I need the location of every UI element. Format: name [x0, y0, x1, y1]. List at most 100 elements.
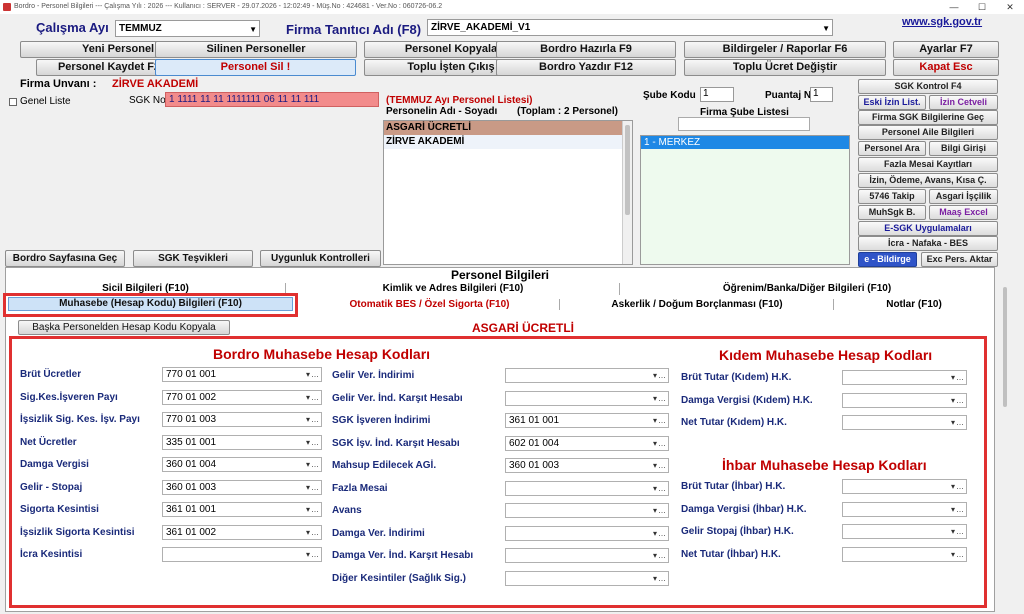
ellipsis-icon[interactable]: …: [956, 371, 964, 384]
ellipsis-icon[interactable]: …: [311, 436, 319, 449]
ellipsis-icon[interactable]: …: [311, 526, 319, 539]
uygunluk-kontrolleri-button[interactable]: Uygunluk Kontrolleri: [260, 250, 381, 267]
toplu-ucret-degistir-button[interactable]: Toplu Ücret Değiştir: [684, 59, 886, 76]
firma-select[interactable]: ZİRVE_AKADEMİ_V1 ▼: [427, 19, 833, 36]
ellipsis-icon[interactable]: …: [658, 369, 666, 382]
tab-kimlik[interactable]: Kimlik ve Adres Bilgileri (F10): [287, 283, 620, 295]
hesap-kodu-select[interactable]: ▾…: [505, 480, 669, 496]
tab-ogrenim[interactable]: Öğrenim/Banka/Diğer Bilgileri (F10): [621, 283, 993, 295]
hesap-kodu-select[interactable]: ▾…: [842, 546, 967, 562]
tab-muhasebe[interactable]: Muhasebe (Hesap Kodu) Bilgileri (F10): [8, 297, 293, 311]
scrollbar-thumb[interactable]: [1003, 287, 1007, 407]
e-bildirge-button[interactable]: e - Bildirge: [858, 252, 917, 267]
tab-bes[interactable]: Otomatik BES / Özel Sigorta (F10): [300, 299, 560, 310]
puantaj-field[interactable]: 1: [810, 87, 833, 102]
eski-izin-button[interactable]: Eski İzin List.: [858, 95, 926, 110]
ellipsis-icon[interactable]: …: [311, 368, 319, 381]
hesap-kodu-select[interactable]: ▾…: [505, 368, 669, 383]
izin-cetveli-button[interactable]: İzin Cetveli: [929, 95, 998, 110]
ellipsis-icon[interactable]: …: [658, 414, 666, 427]
bildirgeler-button[interactable]: Bildirgeler / Raporlar F6: [684, 41, 886, 58]
ellipsis-icon[interactable]: …: [956, 525, 964, 538]
ellipsis-icon[interactable]: …: [658, 549, 666, 562]
hesap-kodu-select[interactable]: 361 01 001 ▾…: [505, 413, 669, 428]
maas-excel-button[interactable]: Maaş Excel: [929, 205, 998, 220]
ellipsis-icon[interactable]: …: [658, 482, 666, 495]
hesap-kodu-select[interactable]: 361 01 001 ▾…: [162, 502, 322, 517]
izin-odeme-button[interactable]: İzin, Ödeme, Avans, Kısa Ç.: [858, 173, 998, 188]
ellipsis-icon[interactable]: …: [956, 548, 964, 561]
sgk-link[interactable]: www.sgk.gov.tr: [902, 16, 982, 28]
ellipsis-icon[interactable]: …: [956, 480, 964, 493]
calisma-ayi-select[interactable]: TEMMUZ ▼: [115, 20, 260, 37]
ellipsis-icon[interactable]: …: [658, 572, 666, 585]
ellipsis-icon[interactable]: …: [311, 548, 319, 561]
exc-pers-aktar-button[interactable]: Exc Pers. Aktar: [921, 252, 998, 267]
bordro-sayfasina-gec-button[interactable]: Bordro Sayfasına Geç: [5, 250, 125, 267]
hesap-kodu-select[interactable]: ▾…: [842, 524, 967, 539]
hesap-kodu-select[interactable]: ▾…: [505, 548, 669, 563]
hesap-kodu-kopyala-button[interactable]: Başka Personelden Hesap Kodu Kopyala: [18, 320, 230, 335]
ellipsis-icon[interactable]: …: [658, 392, 666, 405]
ellipsis-icon[interactable]: …: [311, 391, 319, 404]
bordro-hazirla-button[interactable]: Bordro Hazırla F9: [496, 41, 676, 58]
asgari-iscilik-button[interactable]: Asgari İşçilik: [929, 189, 998, 204]
hesap-kodu-select[interactable]: ▾…: [842, 415, 967, 430]
sube-search-field[interactable]: [678, 117, 810, 131]
scrollbar[interactable]: [622, 121, 632, 264]
ellipsis-icon[interactable]: …: [658, 459, 666, 472]
silinen-personeller-button[interactable]: Silinen Personeller: [155, 41, 357, 58]
list-item[interactable]: ASGARİ ÜCRETLİ: [384, 121, 632, 135]
firma-sgk-button[interactable]: Firma SGK Bilgilerine Geç: [858, 110, 998, 125]
hesap-kodu-select[interactable]: 360 01 004 ▾…: [162, 457, 322, 472]
sube-kodu-field[interactable]: 1: [700, 87, 734, 102]
genel-liste-checkbox[interactable]: Genel Liste: [9, 96, 71, 107]
hesap-kodu-select[interactable]: ▾…: [505, 525, 669, 541]
ellipsis-icon[interactable]: …: [956, 394, 964, 407]
hesap-kodu-select[interactable]: ▾…: [842, 479, 967, 494]
ellipsis-icon[interactable]: …: [956, 503, 964, 516]
ellipsis-icon[interactable]: …: [658, 504, 666, 517]
hesap-kodu-select[interactable]: ▾…: [842, 392, 967, 408]
personel-ara-button[interactable]: Personel Ara: [858, 141, 926, 156]
hesap-kodu-select[interactable]: ▾…: [505, 390, 669, 406]
hesap-kodu-select[interactable]: ▾…: [505, 503, 669, 518]
sube-listbox[interactable]: 1 - MERKEZ: [640, 135, 850, 265]
bordro-yazdir-button[interactable]: Bordro Yazdır F12: [496, 59, 676, 76]
sgk-no-field[interactable]: 1 1111 11 11 1111111 06 11 11 111: [165, 92, 379, 107]
hesap-kodu-select[interactable]: 770 01 001 ▾…: [162, 367, 322, 382]
hesap-kodu-select[interactable]: 360 01 003 ▾…: [162, 479, 322, 495]
aile-bilgileri-button[interactable]: Personel Aile Bilgileri: [858, 125, 998, 140]
sgk-kontrol-button[interactable]: SGK Kontrol F4: [858, 79, 998, 94]
hesap-kodu-select[interactable]: 602 01 004 ▾…: [505, 435, 669, 451]
icra-nafaka-button[interactable]: İcra - Nafaka - BES: [858, 236, 998, 251]
maximize-icon[interactable]: ☐: [968, 0, 996, 14]
tab-notlar[interactable]: Notlar (F10): [835, 299, 993, 310]
ellipsis-icon[interactable]: …: [311, 481, 319, 494]
muhsgk-button[interactable]: MuhSgk B.: [858, 205, 926, 220]
ellipsis-icon[interactable]: …: [956, 416, 964, 429]
hesap-kodu-select[interactable]: 361 01 002 ▾…: [162, 524, 322, 540]
hesap-kodu-select[interactable]: 360 01 003 ▾…: [505, 458, 669, 473]
minimize-icon[interactable]: —: [940, 0, 968, 14]
hesap-kodu-select[interactable]: ▾…: [842, 370, 967, 385]
hesap-kodu-select[interactable]: 335 01 001 ▾…: [162, 434, 322, 450]
ellipsis-icon[interactable]: …: [311, 458, 319, 471]
hesap-kodu-select[interactable]: 770 01 003 ▾…: [162, 412, 322, 427]
close-icon[interactable]: ✕: [996, 0, 1024, 14]
personel-sil-button[interactable]: Personel Sil !: [155, 59, 356, 76]
list-item[interactable]: 1 - MERKEZ: [641, 136, 849, 149]
ellipsis-icon[interactable]: …: [658, 527, 666, 540]
takip-5746-button[interactable]: 5746 Takip: [858, 189, 926, 204]
kapat-button[interactable]: Kapat Esc: [893, 59, 999, 76]
list-item[interactable]: ZİRVE AKADEMİ: [384, 135, 632, 149]
esgk-button[interactable]: E-SGK Uygulamaları: [858, 221, 998, 236]
sgk-tesvikleri-button[interactable]: SGK Teşvikleri: [133, 250, 253, 267]
personel-listbox[interactable]: ASGARİ ÜCRETLİ ZİRVE AKADEMİ: [383, 120, 633, 265]
tab-askerlik[interactable]: Askerlik / Doğum Borçlanması (F10): [561, 299, 834, 310]
hesap-kodu-select[interactable]: 770 01 002 ▾…: [162, 389, 322, 405]
ellipsis-icon[interactable]: …: [311, 413, 319, 426]
hesap-kodu-select[interactable]: ▾…: [505, 570, 669, 586]
ellipsis-icon[interactable]: …: [311, 503, 319, 516]
ellipsis-icon[interactable]: …: [658, 437, 666, 450]
